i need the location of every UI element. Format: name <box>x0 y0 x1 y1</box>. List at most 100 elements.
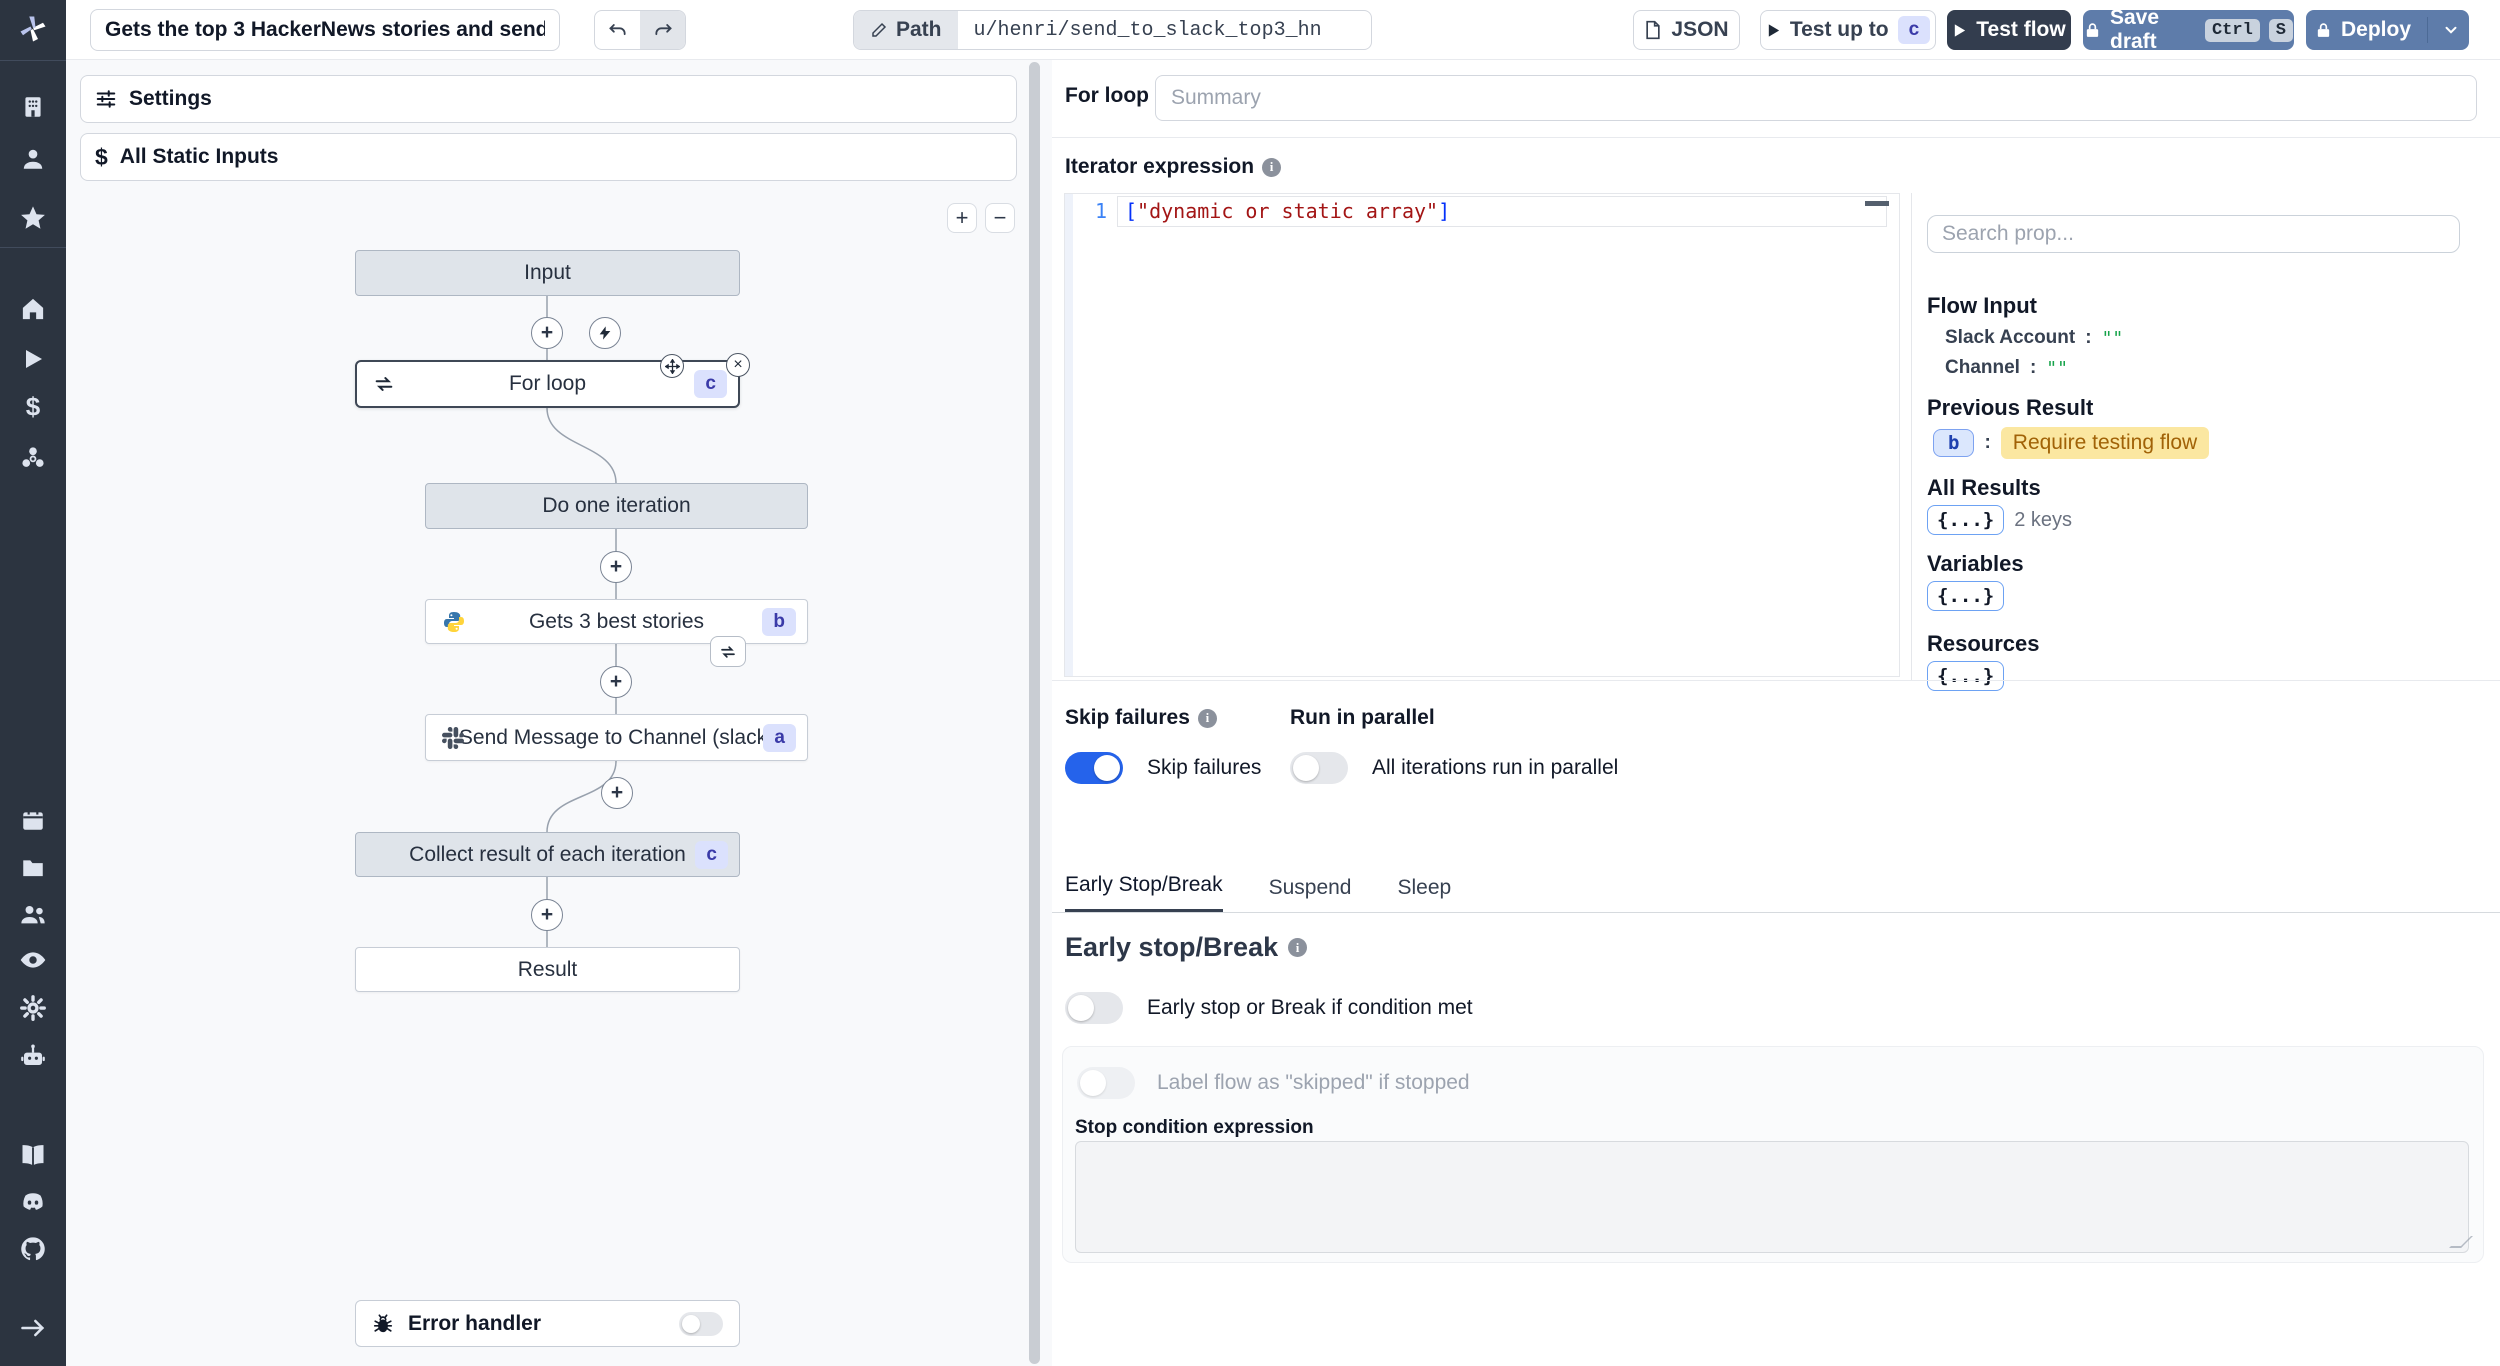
info-icon[interactable]: i <box>1262 157 1282 177</box>
lock-icon <box>2315 22 2332 39</box>
workspace-icon[interactable] <box>20 94 46 120</box>
variables-dollar-icon[interactable]: $ <box>26 392 40 423</box>
prop-row-slack-account[interactable]: Slack Account : "" <box>1945 327 2123 349</box>
flow-settings-button[interactable]: Settings <box>80 75 1017 123</box>
undo-button[interactable] <box>595 11 640 49</box>
node-do-one-iteration[interactable]: Do one iteration <box>425 483 808 529</box>
runs-play-icon[interactable] <box>21 347 45 371</box>
insert-trigger-button[interactable] <box>589 317 621 349</box>
left-panel-scrollbar[interactable] <box>1029 62 1040 1364</box>
folders-icon[interactable] <box>20 855 46 881</box>
node-send-message-slack[interactable]: Send Message to Channel (slack) a <box>425 714 808 761</box>
insert-step-button[interactable]: + <box>601 777 633 809</box>
python-icon <box>442 610 466 634</box>
test-flow-button[interactable]: Test flow <box>1947 10 2071 50</box>
path-label-segment[interactable]: Path <box>854 11 958 49</box>
node-collect-result[interactable]: Collect result of each iteration c <box>355 832 740 877</box>
tab-sleep[interactable]: Sleep <box>1397 876 1451 912</box>
insert-step-button[interactable]: + <box>600 666 632 698</box>
node-for-loop-badge: c <box>694 370 727 398</box>
deploy-button[interactable]: Deploy <box>2315 18 2411 42</box>
insert-step-button[interactable]: + <box>531 899 563 931</box>
early-stop-toggle[interactable] <box>1065 992 1123 1024</box>
expand-sidebar-arrow-icon[interactable] <box>19 1314 47 1342</box>
tab-early-stop-break[interactable]: Early Stop/Break <box>1065 873 1223 912</box>
error-handler-node[interactable]: Error handler <box>355 1300 740 1347</box>
file-icon <box>1644 20 1662 40</box>
iterate-again-chip[interactable] <box>710 636 746 667</box>
redo-button[interactable] <box>640 11 685 49</box>
summary-input[interactable] <box>1155 75 2477 121</box>
colon: : <box>1984 432 1991 453</box>
flow-canvas[interactable]: + − Input + For loop c × Do one iteratio… <box>66 190 1052 1366</box>
stop-condition-textarea[interactable] <box>1075 1141 2469 1253</box>
home-icon[interactable] <box>20 296 47 323</box>
resources-object-chip[interactable]: {...} <box>1927 661 2005 691</box>
delete-node-button[interactable]: × <box>726 353 750 377</box>
info-icon[interactable]: i <box>1288 938 1308 957</box>
variables-title: Variables <box>1927 551 2024 576</box>
deploy-dropdown-chevron-icon[interactable] <box>2442 21 2460 39</box>
error-handler-toggle[interactable] <box>679 1311 723 1336</box>
iterator-expression-text: Iterator expression <box>1065 155 1255 178</box>
test-up-to-button[interactable]: Test up to c <box>1760 10 1936 50</box>
prop-row-channel[interactable]: Channel : "" <box>1945 357 2068 379</box>
node-collect-result-badge: c <box>695 840 728 869</box>
search-prop-input[interactable] <box>1927 215 2460 253</box>
save-draft-button[interactable]: Save draft Ctrl S <box>2083 6 2294 53</box>
user-icon[interactable] <box>20 146 46 172</box>
skip-failures-toggle[interactable] <box>1065 752 1123 784</box>
all-static-inputs-button[interactable]: $ All Static Inputs <box>80 133 1017 181</box>
lock-icon <box>2084 22 2101 39</box>
resources-row: {...} <box>1927 661 2005 691</box>
groups-users-icon[interactable] <box>19 900 47 928</box>
pencil-icon <box>870 21 888 39</box>
all-results-object-chip[interactable]: {...} <box>1927 505 2005 535</box>
early-stop-heading-row: Early stop/Break i <box>1065 932 1308 963</box>
iterator-code-editor[interactable]: 1 ["dynamic or static array"] <box>1064 193 1900 677</box>
early-stop-toggle-row: Early stop or Break if condition met <box>1065 992 1473 1024</box>
windmill-flow-editor: $ Gets the top 3 HackerNews stories and … <box>0 0 2500 1366</box>
audit-eye-icon[interactable] <box>19 946 47 974</box>
info-icon[interactable]: i <box>1197 708 1217 728</box>
inspector-tabs: Early Stop/Break Suspend Sleep <box>1052 868 2500 913</box>
windmill-logo-icon[interactable] <box>18 14 48 44</box>
ai-robot-icon[interactable] <box>20 1043 47 1070</box>
path-chip[interactable]: Path u/henri/send_to_slack_top3_hn <box>853 10 1372 50</box>
workers-icon[interactable] <box>20 445 47 472</box>
label-skipped-toggle[interactable] <box>1077 1067 1135 1099</box>
error-handler-label: Error handler <box>408 1311 542 1335</box>
docs-book-icon[interactable] <box>19 1141 47 1169</box>
discord-icon[interactable] <box>19 1188 47 1216</box>
schedules-calendar-icon[interactable] <box>20 807 46 833</box>
run-in-parallel-title-text: Run in parallel <box>1290 706 1435 729</box>
insert-step-button[interactable]: + <box>531 317 563 349</box>
flow-input-title: Flow Input <box>1927 293 2037 318</box>
node-result[interactable]: Result <box>355 947 740 992</box>
left-rail: $ <box>0 0 66 1366</box>
previous-result-row: b : Require testing flow <box>1933 427 2210 459</box>
header-divider <box>1052 137 2500 138</box>
path-value: u/henri/send_to_slack_top3_hn <box>957 11 1338 49</box>
variables-object-chip[interactable]: {...} <box>1927 581 2005 611</box>
kbd-s: S <box>2268 18 2293 42</box>
settings-gear-icon[interactable] <box>20 995 47 1022</box>
code-line[interactable]: ["dynamic or static array"] <box>1125 199 1450 223</box>
tab-suspend[interactable]: Suspend <box>1269 876 1352 912</box>
run-in-parallel-toggle[interactable] <box>1290 752 1348 784</box>
flow-title-input[interactable] <box>90 9 560 51</box>
node-input[interactable]: Input <box>355 250 740 296</box>
insert-step-button[interactable]: + <box>600 551 632 583</box>
favorites-star-icon[interactable] <box>19 204 47 232</box>
previous-result-step-badge[interactable]: b <box>1933 429 1975 457</box>
move-node-button[interactable] <box>660 354 684 378</box>
zoom-in-button[interactable]: + <box>947 203 977 233</box>
json-button[interactable]: JSON <box>1633 10 1740 50</box>
test-up-to-label: Test up to <box>1789 18 1889 41</box>
step-name: For loop <box>1065 84 1149 107</box>
node-gets-3-best-stories[interactable]: Gets 3 best stories b <box>425 599 808 644</box>
github-icon[interactable] <box>19 1235 47 1263</box>
rail-divider <box>0 60 66 61</box>
play-icon <box>1952 23 1967 38</box>
zoom-out-button[interactable]: − <box>985 203 1015 233</box>
